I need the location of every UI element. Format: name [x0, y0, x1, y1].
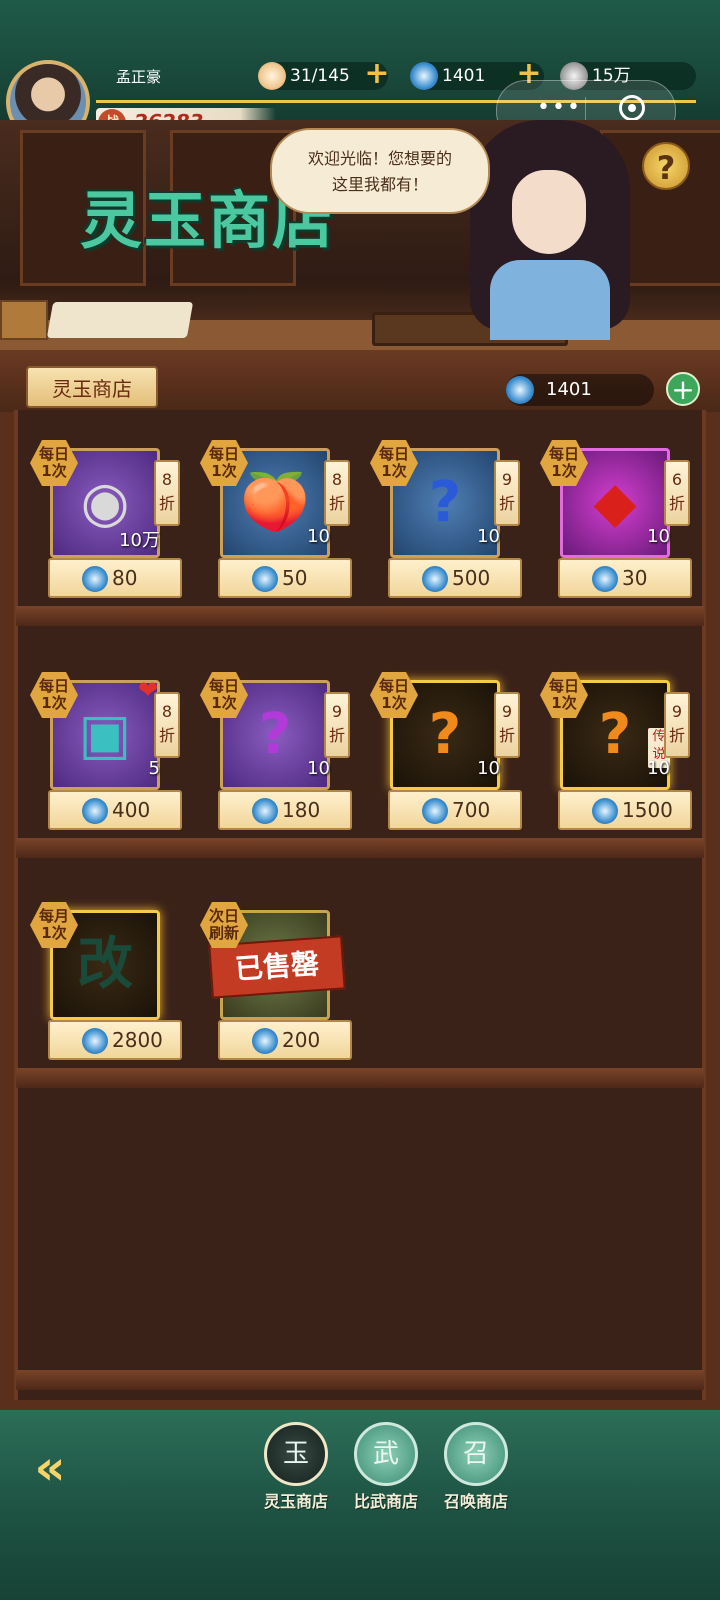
jade-coin-icon [592, 798, 618, 824]
peach-item[interactable]: 🍑 10 每日 1次 8 折 50 [200, 440, 352, 610]
player-name: 孟正豪 [116, 68, 162, 86]
jade-coin-icon [252, 566, 278, 592]
silver-coin-item[interactable]: ◉ 10万 每日 1次 8 折 80 [30, 440, 182, 610]
npc-speech-bubble: 欢迎光临！您想要的 这里我都有！ [270, 128, 490, 214]
price-value: 500 [452, 566, 491, 590]
treasure-chest-item[interactable]: ▣ ❤ 5 每日 1次 8 折 400 [30, 672, 182, 842]
item-quantity: 10 [647, 526, 670, 547]
shop-tab-label[interactable]: 灵玉商店 [26, 366, 158, 408]
pagoda-icon: 武 [354, 1422, 418, 1486]
tab-zhaohuan-shop[interactable]: 召 召唤商店 [430, 1422, 520, 1532]
item-quantity: 10 [307, 526, 330, 547]
back-arrow-icon[interactable]: « [20, 1444, 80, 1492]
buy-price-button[interactable]: 400 [48, 790, 182, 830]
small-chest-decoration [0, 300, 48, 340]
price-value: 30 [622, 566, 648, 590]
jade-coin-icon [82, 566, 108, 592]
jade-coin-icon [410, 62, 438, 90]
buy-price-button[interactable]: 180 [218, 790, 352, 830]
mystery-gold-item[interactable]: ? 10 每日 1次 9 折 700 [370, 672, 522, 842]
buy-price-button[interactable]: 700 [388, 790, 522, 830]
buy-price-button[interactable]: 500 [388, 558, 522, 598]
stamina-value: 31/145 [290, 66, 350, 86]
sold-out-item[interactable]: 已售罄 次日 刷新 200 [200, 902, 352, 1072]
buy-price-button[interactable]: 30 [558, 558, 692, 598]
jade-coin-icon [592, 566, 618, 592]
buy-price-button[interactable]: 1500 [558, 790, 692, 830]
open-book-decoration [46, 302, 194, 338]
tab-label: 灵玉商店 [263, 1492, 328, 1511]
npc-body [490, 260, 610, 340]
tab-label: 召唤商店 [443, 1492, 508, 1511]
item-quantity: 10 [307, 758, 330, 779]
jade-coin-icon [82, 1028, 108, 1054]
red-gem-item[interactable]: ◆ 10 每日 1次 6 折 30 [540, 440, 692, 610]
jade-coin-icon [506, 376, 534, 404]
price-value: 1500 [622, 798, 673, 822]
discount-tag: 8折 [154, 460, 180, 526]
discount-tag: 6折 [664, 460, 690, 526]
buy-price-button[interactable]: 50 [218, 558, 352, 598]
jade-coin-icon [252, 798, 278, 824]
tab-biwu-shop[interactable]: 武 比武商店 [340, 1422, 430, 1532]
shelf-board [16, 1370, 704, 1390]
bottom-nav-bar: « 玉 灵玉商店 武 比武商店 召 召唤商店 [0, 1410, 720, 1600]
price-value: 700 [452, 798, 491, 822]
mystery-legend-item[interactable]: ? 传说 10 每日 1次 9 折 1500 [540, 672, 692, 842]
bun-stamina-icon [258, 62, 286, 90]
discount-tag: 9折 [494, 692, 520, 758]
price-value: 200 [282, 1028, 321, 1052]
buy-price-button[interactable]: 80 [48, 558, 182, 598]
price-value: 2800 [112, 1028, 163, 1052]
discount-tag: 9折 [664, 692, 690, 758]
jade-coin-icon [252, 1028, 278, 1054]
jade-coin-icon [422, 798, 448, 824]
jade-coin-icon [422, 566, 448, 592]
pagoda-icon: 玉 [264, 1422, 328, 1486]
item-quantity: 5 [148, 758, 160, 779]
speech-line-1: 欢迎光临！您想要的 [307, 149, 452, 168]
discount-tag: 9折 [324, 692, 350, 758]
speech-line-2: 这里我都有！ [331, 175, 428, 194]
tab-label: 比武商店 [353, 1492, 418, 1511]
jade-balance: 1401 [506, 374, 654, 406]
discount-tag: 9折 [494, 460, 520, 526]
jade-balance-value: 1401 [546, 379, 592, 400]
jade-coin-icon [82, 798, 108, 824]
discount-tag: 8折 [154, 692, 180, 758]
add-stamina-button[interactable]: + [364, 59, 390, 89]
item-quantity: 10 [647, 758, 670, 779]
price-value: 400 [112, 798, 151, 822]
price-value: 80 [112, 566, 138, 590]
discount-tag: 8折 [324, 460, 350, 526]
npc-face [512, 170, 586, 254]
mystery-purple-item[interactable]: ? 10 每日 1次 9 折 180 [200, 672, 352, 842]
buy-price-button[interactable]: 2800 [48, 1020, 182, 1060]
tab-lingyu-shop[interactable]: 玉 灵玉商店 [250, 1422, 340, 1532]
pagoda-icon: 召 [444, 1422, 508, 1486]
item-quantity: 10 [477, 758, 500, 779]
mystery-blue-item[interactable]: ? 10 每日 1次 9 折 500 [370, 440, 522, 610]
add-jade-button[interactable]: + [666, 372, 700, 406]
help-button[interactable]: ? [642, 142, 690, 190]
item-quantity: 10 [477, 526, 500, 547]
jade-value: 1401 [442, 66, 486, 86]
item-quantity: 10万 [119, 530, 160, 551]
buy-price-button[interactable]: 200 [218, 1020, 352, 1060]
price-value: 180 [282, 798, 321, 822]
rename-card-item[interactable]: 改每月 1次 2800 [30, 902, 182, 1072]
price-value: 50 [282, 566, 308, 590]
